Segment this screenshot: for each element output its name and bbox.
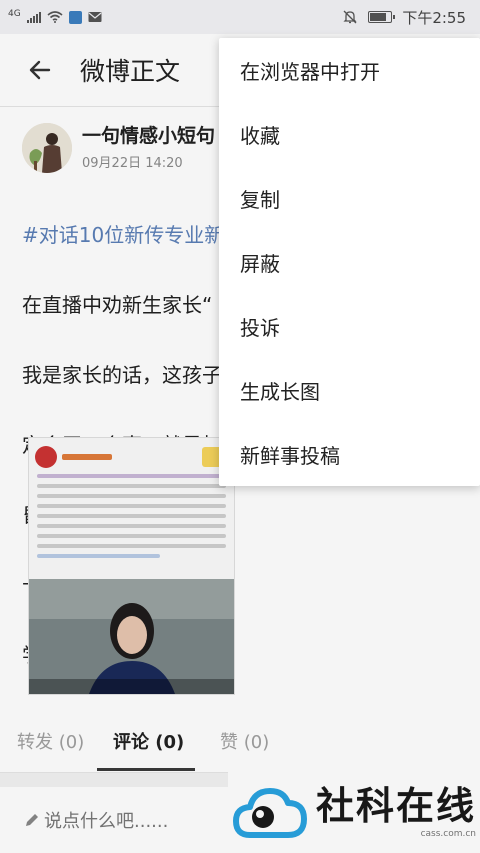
menu-item-favorite[interactable]: 收藏 (219, 102, 480, 166)
menu-item-open-in-browser[interactable]: 在浏览器中打开 (219, 38, 480, 102)
overflow-menu: 在浏览器中打开 收藏 复制 屏蔽 投诉 生成长图 新鲜事投稿 (219, 38, 480, 486)
menu-item-long-image[interactable]: 生成长图 (219, 358, 480, 422)
menu-item-block[interactable]: 屏蔽 (219, 230, 480, 294)
menu-item-submit-news[interactable]: 新鲜事投稿 (219, 422, 480, 486)
menu-item-copy[interactable]: 复制 (219, 166, 480, 230)
menu-item-report[interactable]: 投诉 (219, 294, 480, 358)
